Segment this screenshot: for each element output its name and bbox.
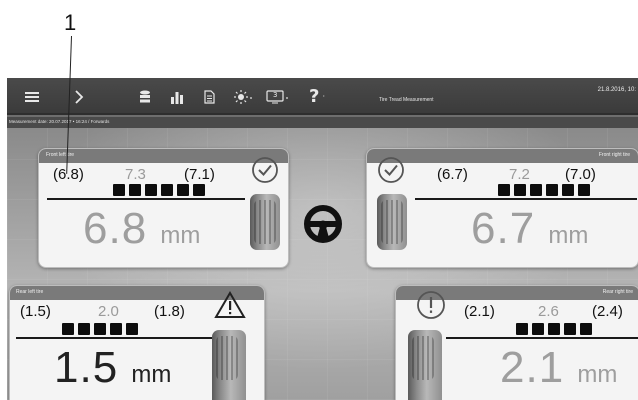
forward-icon[interactable] [69, 78, 89, 115]
tread-depth-value: 1.5 mm [54, 343, 172, 392]
card-header [367, 149, 638, 163]
tread-block [548, 323, 560, 335]
tread-block [580, 323, 592, 335]
tread-baseline [47, 198, 245, 200]
tread-block [177, 184, 189, 196]
rear-right-tire-card[interactable]: Rear right tire (2.1) 2.6 (2.4) 2.1 mm [395, 285, 638, 400]
display-number: 3 [273, 91, 278, 99]
tread-block [126, 323, 138, 335]
tread-block [113, 184, 125, 196]
check-circle-icon [377, 156, 405, 189]
toolbar-date: 21.8.2016, 10: [597, 87, 636, 93]
help-glyph: ? [309, 86, 320, 107]
check-circle-icon [251, 156, 279, 189]
steering-wheel-icon [303, 204, 343, 244]
tread-right-value: (2.4) [592, 303, 623, 320]
tread-baseline [16, 337, 212, 339]
tread-mid-value: 7.3 [125, 166, 146, 183]
front-left-tire-card[interactable]: Front left tire (6.8) 7.3 (7.1) 6.8 mm [38, 148, 289, 268]
tread-block [532, 323, 544, 335]
tire-graphic [212, 330, 246, 400]
tread-left-value: (6.7) [437, 166, 468, 183]
display-select-icon[interactable]: 3 [263, 78, 293, 115]
rear-left-tire-card[interactable]: Rear left tire (1.5) 2.0 (1.8) 1.5 mm [9, 285, 265, 400]
tread-baseline [446, 337, 638, 339]
tread-block [62, 323, 74, 335]
tread-block [94, 323, 106, 335]
tread-block [562, 184, 574, 196]
tread-blocks [62, 323, 138, 335]
document-icon[interactable] [199, 78, 219, 115]
bar-chart-icon[interactable] [167, 78, 187, 115]
warning-triangle-icon [214, 291, 246, 324]
tire-graphic [250, 194, 280, 250]
tread-baseline [415, 198, 637, 200]
help-icon[interactable]: ? · [303, 78, 331, 115]
tread-block [564, 323, 576, 335]
tread-mid-value: 7.2 [509, 166, 530, 183]
tread-mid-value: 2.0 [98, 303, 119, 320]
brightness-icon[interactable] [231, 78, 257, 115]
toolbar-title: Tire Tread Measurement [379, 97, 434, 103]
tread-block [129, 184, 141, 196]
tread-block [516, 323, 528, 335]
tread-left-value: (2.1) [464, 303, 495, 320]
tread-block [193, 184, 205, 196]
callout-number: 1 [64, 10, 77, 35]
card-title: Front right tire [598, 152, 630, 158]
database-icon[interactable] [135, 78, 155, 115]
tread-block [498, 184, 510, 196]
tread-left-value: (1.5) [20, 303, 51, 320]
measurement-date: Measurement date: 20.07.2017 • 16:24 / F… [9, 119, 110, 124]
card-title: Rear right tire [602, 289, 633, 295]
tread-block [514, 184, 526, 196]
tire-graphic [377, 194, 407, 250]
card-title: Rear left tire [16, 289, 44, 295]
tread-block [546, 184, 558, 196]
tread-depth-value: 6.7 mm [471, 204, 589, 253]
tread-block [578, 184, 590, 196]
tire-stage: Front left tire (6.8) 7.3 (7.1) 6.8 mm F… [7, 128, 638, 400]
card-title: Front left tire [46, 152, 75, 158]
exclamation-circle-icon [416, 290, 446, 325]
tread-left-value: (6.8) [53, 166, 84, 183]
front-right-tire-card[interactable]: Front right tire (6.7) 7.2 (7.0) 6.7 mm [366, 148, 638, 268]
status-bar: Measurement date: 20.07.2017 • 16:24 / F… [7, 117, 638, 128]
tread-depth-value: 2.1 mm [500, 343, 618, 392]
tread-mid-value: 2.6 [538, 303, 559, 320]
tread-block [530, 184, 542, 196]
tire-graphic [408, 330, 442, 400]
tread-block [161, 184, 173, 196]
tire-tread-app: 3 ? · Tire Tread Measurement 21.8.2016, … [7, 78, 638, 400]
tread-blocks [498, 184, 590, 196]
tread-right-value: (7.1) [184, 166, 215, 183]
tread-block [145, 184, 157, 196]
toolbar: 3 ? · Tire Tread Measurement 21.8.2016, … [7, 78, 638, 115]
tread-block [110, 323, 122, 335]
menu-icon[interactable] [21, 78, 43, 115]
tread-blocks [516, 323, 592, 335]
tread-right-value: (7.0) [565, 166, 596, 183]
tread-blocks [113, 184, 205, 196]
tread-depth-value: 6.8 mm [83, 204, 201, 253]
tread-right-value: (1.8) [154, 303, 185, 320]
tread-block [78, 323, 90, 335]
